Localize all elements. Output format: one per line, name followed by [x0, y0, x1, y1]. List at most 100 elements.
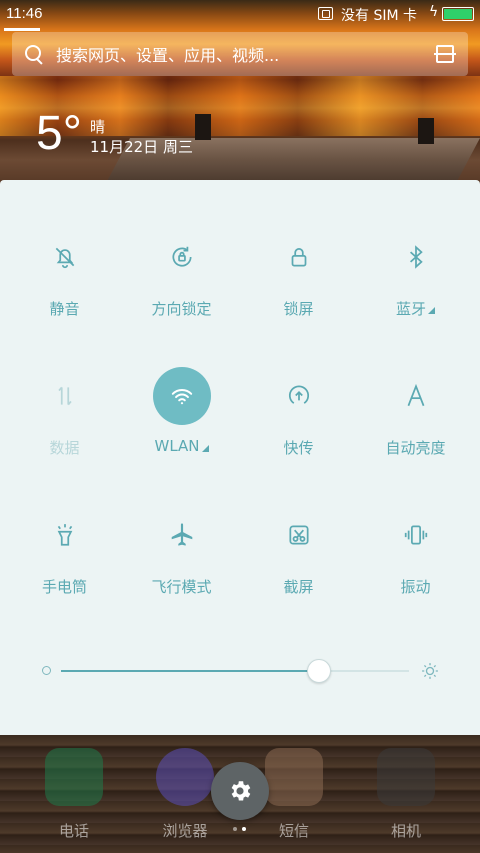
page-indicator [233, 827, 246, 831]
brightness-slider[interactable] [38, 656, 446, 686]
app-camera[interactable]: 相机 [376, 748, 436, 841]
tile-label: WLAN [154, 437, 209, 455]
bell-off-icon [55, 247, 74, 269]
vibrate-icon [404, 525, 427, 545]
page-dot-active [242, 827, 246, 831]
tile-quick-transfer[interactable]: 快传 [240, 367, 357, 477]
bluetooth-icon [409, 245, 423, 269]
gear-icon [231, 781, 251, 801]
tile-icon-wrap [36, 228, 94, 286]
status-time: 11:46 [6, 5, 43, 22]
lock-icon [291, 248, 306, 267]
tile-icon-wrap [387, 367, 445, 425]
tile-mobile-data[interactable]: 数据 [6, 367, 123, 477]
tile-label: 静音 [49, 298, 79, 319]
settings-button[interactable] [211, 762, 269, 820]
brightness-high-icon [422, 663, 438, 679]
tile-rotation-lock[interactable]: 方向锁定 [123, 228, 240, 338]
tile-icon-wrap [387, 228, 445, 286]
tile-label-text: 飞行模式 [151, 578, 212, 596]
tile-airplane-mode[interactable]: 飞行模式 [123, 506, 240, 616]
expand-icon [201, 444, 209, 452]
weather-date: 11月22日 周三 [90, 138, 193, 156]
tile-wlan[interactable]: WLAN [123, 367, 240, 477]
wallpaper-post [195, 114, 211, 140]
flashlight-icon [57, 524, 72, 546]
tile-label-text: 静音 [49, 300, 80, 318]
tile-label-text: 振动 [400, 578, 431, 596]
wallpaper-post [418, 118, 434, 144]
status-bar: 11:46 没有 SIM 卡 ϟ [0, 0, 480, 31]
page-dot [233, 827, 237, 831]
tile-label: 快传 [283, 437, 313, 458]
tile-icon-wrap [152, 367, 211, 425]
search-bar[interactable]: 搜索网页、设置、应用、视频... [12, 32, 468, 76]
tile-icon-wrap [270, 506, 328, 564]
tile-label: 蓝牙 [396, 298, 435, 319]
app-sms[interactable]: 短信 [264, 748, 324, 841]
tile-label: 数据 [49, 437, 79, 458]
weather-condition: 晴 [90, 118, 106, 136]
mobile-data-icon [57, 386, 72, 406]
tile-flashlight[interactable]: 手电筒 [6, 506, 123, 616]
tile-label-text: WLAN [154, 437, 200, 455]
status-indicator-bar [4, 28, 40, 31]
auto-brightness-icon [407, 383, 424, 407]
tile-label: 手电筒 [42, 576, 87, 597]
app-label: 电话 [58, 822, 89, 840]
phone-app-icon [45, 748, 103, 806]
tile-icon-wrap [270, 367, 328, 425]
tile-label-text: 截屏 [283, 578, 314, 596]
brightness-track[interactable] [61, 670, 409, 672]
tile-vibrate[interactable]: 振动 [357, 506, 474, 616]
app-browser[interactable]: 浏览器 [155, 748, 215, 841]
tile-label-text: 锁屏 [283, 300, 314, 318]
rotation-lock-icon [172, 246, 192, 267]
camera-app-icon [377, 748, 435, 806]
sms-app-icon [265, 748, 323, 806]
expand-icon [428, 307, 435, 314]
tile-auto-brightness[interactable]: 自动亮度 [357, 367, 474, 477]
battery-level-fill [444, 9, 472, 19]
tile-icon-wrap [36, 506, 94, 564]
tile-lock-screen[interactable]: 锁屏 [240, 228, 357, 338]
tile-label: 振动 [400, 576, 430, 597]
sim-card-icon [318, 7, 333, 20]
scan-icon[interactable] [434, 45, 456, 63]
browser-app-icon [156, 748, 214, 806]
app-label: 短信 [278, 822, 309, 840]
brightness-thumb[interactable] [306, 659, 331, 683]
tile-icon-wrap [153, 506, 211, 564]
battery-icon [442, 7, 474, 21]
tile-icon-wrap [36, 367, 94, 425]
tile-icon-wrap [387, 506, 445, 564]
quick-transfer-icon [288, 385, 309, 404]
wifi-icon [171, 389, 192, 405]
tile-label-text: 手电筒 [41, 578, 87, 596]
tile-mute[interactable]: 静音 [6, 228, 123, 338]
tile-label: 截屏 [283, 576, 313, 597]
weather-temperature: 5° [36, 107, 82, 160]
brightness-fill [61, 670, 319, 672]
tile-label: 飞行模式 [151, 576, 211, 597]
app-label: 相机 [390, 822, 421, 840]
airplane-icon [171, 523, 192, 546]
tile-label-text: 数据 [49, 439, 80, 457]
search-icon [24, 44, 44, 64]
tile-label-text: 自动亮度 [385, 439, 446, 457]
tile-label-text: 方向锁定 [151, 300, 212, 318]
tile-bluetooth[interactable]: 蓝牙 [357, 228, 474, 338]
tile-screenshot[interactable]: 截屏 [240, 506, 357, 616]
tile-label-text: 快传 [283, 439, 314, 457]
sim-status-text: 没有 SIM 卡 [341, 8, 417, 24]
app-label: 浏览器 [162, 822, 208, 840]
tile-icon-wrap [153, 228, 211, 286]
brightness-low-icon [42, 666, 51, 675]
app-phone[interactable]: 电话 [44, 748, 104, 841]
search-placeholder: 搜索网页、设置、应用、视频... [56, 46, 280, 65]
tile-label-text: 蓝牙 [395, 300, 426, 318]
tile-label: 锁屏 [283, 298, 313, 319]
tile-label: 方向锁定 [151, 298, 211, 319]
quick-settings-panel: 静音 方向锁定 锁屏 蓝牙 数据 WLAN 快传 自动亮度 手电筒 飞行模式 截… [0, 180, 480, 735]
charging-icon: ϟ [429, 4, 439, 20]
